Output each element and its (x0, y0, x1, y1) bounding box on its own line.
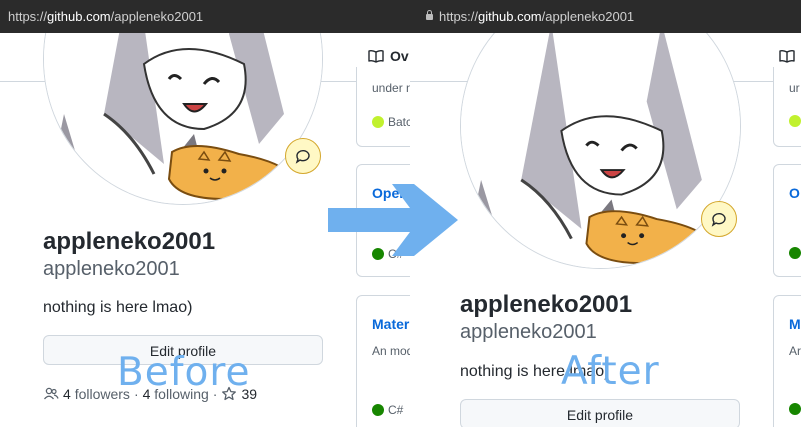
address-bar-before[interactable]: https://github.com/appleneko2001 (0, 0, 410, 33)
url-path: /appleneko2001 (541, 9, 635, 24)
language-label: Batc (388, 115, 410, 129)
repo-description: An mod (372, 344, 410, 358)
arrow-right-icon (328, 184, 458, 256)
avatar[interactable] (460, 33, 741, 269)
url-host: github.com (47, 9, 111, 24)
url-prefix: https:// (8, 9, 48, 24)
repo-card: O (773, 164, 801, 277)
profile-name: appleneko2001 (460, 291, 633, 318)
repo-name-link[interactable]: O (789, 185, 800, 201)
url-path: /appleneko2001 (110, 9, 204, 24)
book-icon (368, 49, 384, 63)
tab-overview-label: Ov (390, 48, 409, 64)
address-bar-after[interactable]: https://github.com/appleneko2001 (410, 0, 801, 33)
before-label: Before (117, 350, 251, 395)
profile-bio: nothing is here lmao) (43, 299, 193, 316)
language-color-dot (789, 247, 801, 259)
avatar-illustration (461, 33, 740, 268)
language-color-dot (372, 404, 384, 416)
lock-icon (426, 10, 433, 20)
repo-card: ur (773, 67, 801, 147)
comment-icon (295, 149, 310, 164)
language-color-dot (789, 403, 801, 415)
book-icon (779, 49, 795, 63)
language-color-dot (372, 116, 384, 128)
repo-card: Mater An mod C# (356, 295, 410, 427)
people-icon (43, 387, 59, 400)
repo-description: under n (372, 81, 410, 95)
after-label: After (561, 349, 660, 394)
language-label: C# (388, 403, 404, 417)
followers-count[interactable]: 4 (63, 386, 71, 402)
repo-language (789, 115, 801, 127)
repo-card: under n Batc (356, 67, 410, 147)
profile-login: appleneko2001 (43, 258, 180, 280)
avatar-illustration (44, 33, 322, 204)
repo-name-link[interactable]: M (789, 316, 801, 332)
url-host: github.com (478, 9, 542, 24)
status-badge[interactable] (701, 201, 737, 237)
repo-description: ur (789, 81, 800, 95)
repo-language (789, 247, 801, 259)
profile-name: appleneko2001 (43, 228, 216, 255)
repo-language: C# (372, 403, 403, 417)
profile-login: appleneko2001 (460, 321, 597, 343)
edit-profile-button[interactable]: Edit profile (460, 399, 740, 427)
language-color-dot (789, 115, 801, 127)
repo-name-link[interactable]: Mater (372, 316, 409, 332)
comment-icon (711, 212, 726, 227)
status-badge[interactable] (285, 138, 321, 174)
avatar[interactable] (43, 33, 323, 205)
url-prefix: https:// (439, 9, 479, 24)
comparison-screenshot: https://github.com/appleneko2001 https:/… (0, 0, 801, 427)
repo-language: Batc (372, 115, 410, 129)
repo-language (789, 403, 801, 415)
repo-description: Ar (789, 344, 801, 358)
repo-card: M Ar (773, 295, 801, 427)
